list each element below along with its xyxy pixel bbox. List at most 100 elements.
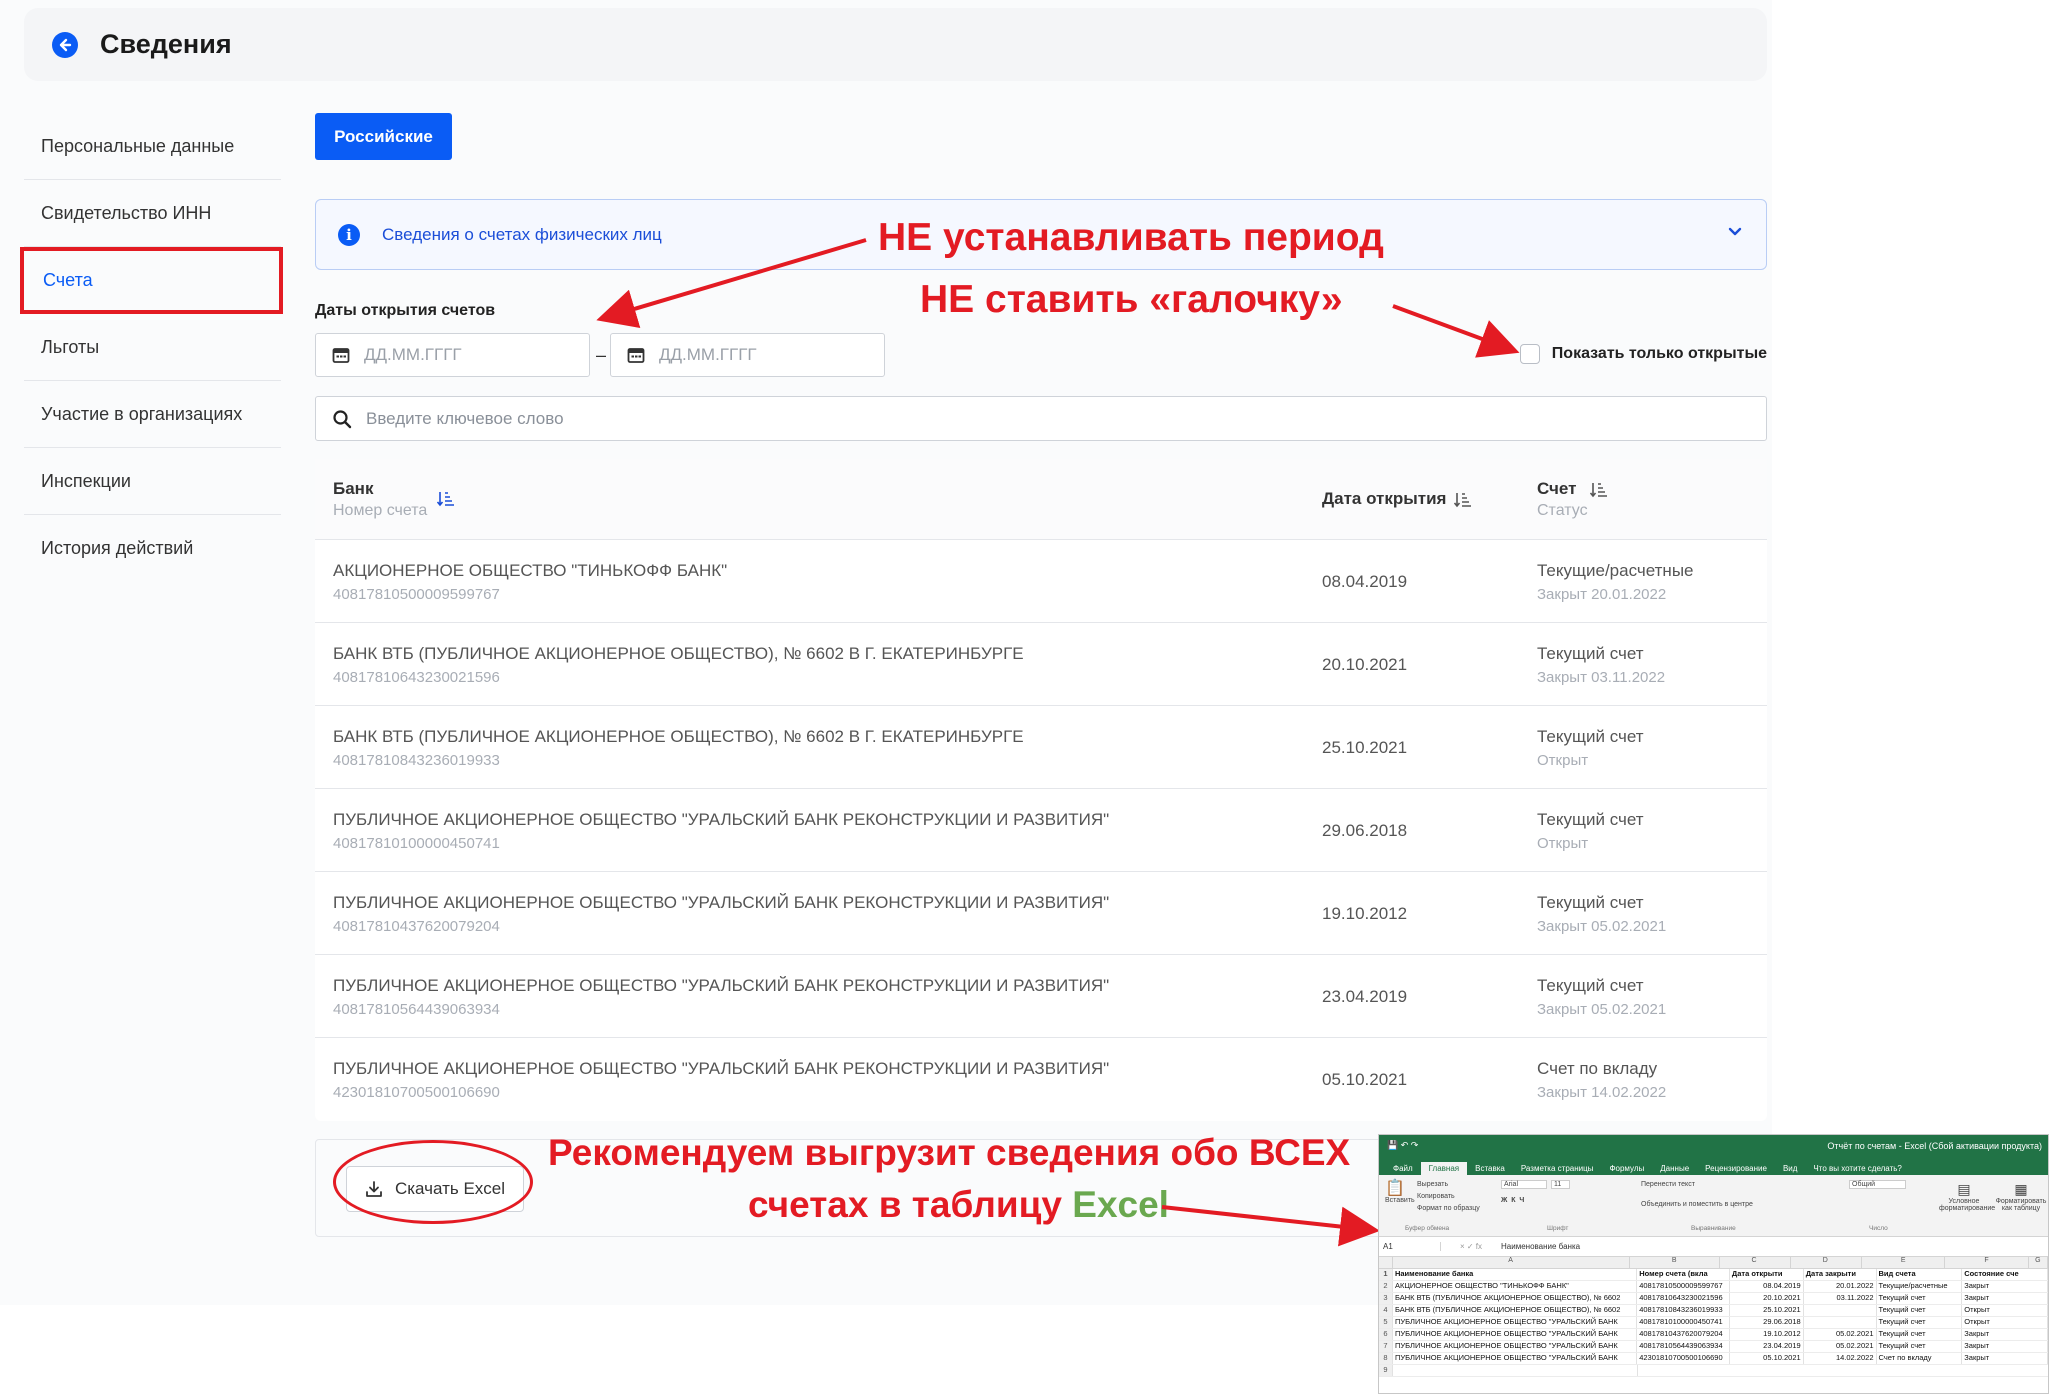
sidebar-item-history[interactable]: История действий (24, 515, 281, 582)
excel-formula-bar: A1 × ✓ fx Наименование банка (1379, 1237, 2048, 1257)
annotation-oval (333, 1140, 533, 1224)
excel-format-painter-label: Формат по образцу (1417, 1205, 1480, 1212)
only-open-checkbox[interactable] (1519, 344, 1540, 364)
header-account[interactable]: Счет Статус (1537, 479, 1608, 520)
excel-col-letter: F (1945, 1257, 2029, 1268)
excel-cell (1804, 1305, 1877, 1316)
header-date-label: Дата открытия (1322, 489, 1447, 508)
excel-cell: Текущий счет (1877, 1329, 1963, 1340)
format-table-icon: ▦ (2014, 1181, 2028, 1197)
header-date[interactable]: Дата открытия (1322, 489, 1472, 509)
excel-cell: 05.02.2021 (1804, 1341, 1877, 1352)
excel-cell: БАНК ВТБ (ПУБЛИЧНОЕ АКЦИОНЕРНОЕ ОБЩЕСТВО… (1393, 1293, 1638, 1304)
excel-name-box: A1 (1379, 1242, 1441, 1251)
account-number: 40817810500009599767 (333, 586, 500, 603)
excel-cell: БАНК ВТБ (ПУБЛИЧНОЕ АКЦИОНЕРНОЕ ОБЩЕСТВО… (1393, 1305, 1638, 1316)
account-type: Текущий счет (1537, 893, 1644, 912)
excel-cell: Счет по вкладу (1877, 1353, 1963, 1364)
table-row[interactable]: ПУБЛИЧНОЕ АКЦИОНЕРНОЕ ОБЩЕСТВО "УРАЛЬСКИ… (315, 1038, 1767, 1121)
page-header: Сведения (24, 8, 1767, 81)
excel-col-letter: C (1720, 1257, 1792, 1268)
account-type: Текущие/расчетные (1537, 561, 1694, 580)
save-icon: 💾 ↶ ↷ (1387, 1140, 1419, 1150)
sidebar-item-inspections[interactable]: Инспекции (24, 448, 281, 515)
excel-cell: 29.06.2018 (1730, 1317, 1804, 1328)
excel-merge-label: Объединить и поместить в центре (1641, 1201, 1753, 1208)
account-number: 40817810843236019933 (333, 752, 500, 769)
account-type: Счет по вкладу (1537, 1059, 1658, 1078)
paste-icon: 📋 (1385, 1180, 1405, 1197)
table-row[interactable]: БАНК ВТБ (ПУБЛИЧНОЕ АКЦИОНЕРНОЕ ОБЩЕСТВО… (315, 623, 1767, 706)
account-number: 40817810100000450741 (333, 835, 500, 852)
date-from-input[interactable]: ДД.ММ.ГГГГ (315, 333, 590, 377)
excel-cell: Текущий счет (1877, 1305, 1963, 1316)
search-placeholder: Введите ключевое слово (366, 408, 564, 428)
search-input[interactable]: Введите ключевое слово (315, 396, 1767, 441)
sidebar-item-inn[interactable]: Свидетельство ИНН (24, 180, 281, 247)
excel-titlebar: 💾 ↶ ↷ Отчёт по счетам - Excel (Сбой акти… (1379, 1135, 2048, 1157)
excel-cell: Текущие/расчетные (1877, 1281, 1963, 1292)
date-range-dash: – (596, 345, 607, 365)
table-row[interactable]: ПУБЛИЧНОЕ АКЦИОНЕРНОЕ ОБЩЕСТВО "УРАЛЬСКИ… (315, 789, 1767, 872)
excel-tab: Рецензирование (1705, 1164, 1767, 1173)
excel-row: 5 ПУБЛИЧНОЕ АКЦИОНЕРНОЕ ОБЩЕСТВО "УРАЛЬСК… (1379, 1317, 2048, 1329)
fx-icon: × ✓ fx (1459, 1242, 1483, 1251)
excel-cell: Закрыт (1962, 1329, 2048, 1340)
only-open-toggle[interactable]: Показать только открытые (1519, 344, 1767, 364)
excel-col-letter: G (2029, 1257, 2048, 1268)
excel-tab: Разметка страницы (1520, 1164, 1594, 1173)
table-row[interactable]: ПУБЛИЧНОЕ АКЦИОНЕРНОЕ ОБЩЕСТВО "УРАЛЬСКИ… (315, 872, 1767, 955)
tab-russian[interactable]: Российские (315, 113, 452, 160)
excel-col-letter: B (1630, 1257, 1720, 1268)
table-row[interactable]: БАНК ВТБ (ПУБЛИЧНОЕ АКЦИОНЕРНОЕ ОБЩЕСТВО… (315, 706, 1767, 789)
table-row[interactable]: АКЦИОНЕРНОЕ ОБЩЕСТВО "ТИНЬКОФФ БАНК" 4081… (315, 540, 1767, 623)
excel-col-letter: D (1791, 1257, 1863, 1268)
chevron-down-icon[interactable] (1726, 222, 1744, 240)
sort-icon[interactable] (437, 491, 455, 507)
excel-paste-label: Вставить (1385, 1197, 1415, 1204)
excel-tab: Данные (1660, 1164, 1690, 1173)
sidebar-item-accounts[interactable]: Счета (20, 247, 283, 314)
excel-header-row: 1 Наименование банка Номер счета (вкла Д… (1379, 1269, 2048, 1281)
sidebar-item-personal[interactable]: Персональные данные (24, 113, 281, 180)
sidebar: Персональные данные Свидетельство ИНН Сч… (20, 113, 283, 582)
excel-tab: Файл (1393, 1164, 1413, 1173)
open-date: 20.10.2021 (1322, 655, 1408, 674)
excel-cell: Закрыт (1962, 1293, 2048, 1304)
excel-cell: Дата закрыти (1804, 1269, 1877, 1280)
bank-name: ПУБЛИЧНОЕ АКЦИОНЕРНОЕ ОБЩЕСТВО "УРАЛЬСКИ… (333, 1059, 1110, 1078)
excel-clipboard-caption: Буфер обмена (1405, 1225, 1450, 1232)
excel-copy-label: Копировать (1417, 1193, 1455, 1200)
calendar-icon (627, 348, 645, 363)
excel-cell: 20.10.2021 (1730, 1293, 1804, 1304)
excel-cell: Закрыт (1962, 1353, 2048, 1364)
excel-cell: Наименование банка (1393, 1269, 1638, 1280)
sort-icon[interactable] (1590, 482, 1608, 498)
back-arrow-icon[interactable] (52, 31, 78, 58)
bank-name: ПУБЛИЧНОЕ АКЦИОНЕРНОЕ ОБЩЕСТВО "УРАЛЬСКИ… (333, 976, 1110, 995)
sort-icon[interactable] (1454, 492, 1472, 508)
excel-grid: A B C D E F G 1 Наименование банка Номер… (1379, 1257, 2048, 1377)
bank-name: БАНК ВТБ (ПУБЛИЧНОЕ АКЦИОНЕРНОЕ ОБЩЕСТВО… (333, 644, 1024, 663)
annotation-excel-line: счетах в таблицу Excel (748, 1184, 1169, 1226)
accounts-table: Банк Номер счета Дата открытия Счет Стат… (315, 459, 1767, 1121)
excel-ribbon: 📋 Вставить Вырезать Копировать Формат по… (1379, 1175, 2048, 1237)
account-status: Закрыт 05.02.2021 (1537, 1001, 1667, 1018)
table-row[interactable]: ПУБЛИЧНОЕ АКЦИОНЕРНОЕ ОБЩЕСТВО "УРАЛЬСКИ… (315, 955, 1767, 1038)
sidebar-item-benefits[interactable]: Льготы (24, 314, 281, 381)
excel-cell: 40817810843236019933 (1637, 1305, 1730, 1316)
sidebar-item-organizations[interactable]: Участие в организациях (24, 381, 281, 448)
excel-number-caption: Число (1869, 1225, 1888, 1232)
excel-cell: 40817810564439063934 (1637, 1341, 1730, 1352)
header-bank-label: Банк (333, 479, 374, 498)
account-status: Открыт (1537, 835, 1589, 852)
excel-cell: ПУБЛИЧНОЕ АКЦИОНЕРНОЕ ОБЩЕСТВО "УРАЛЬСКИ… (1393, 1317, 1638, 1328)
date-to-input[interactable]: ДД.ММ.ГГГГ (610, 333, 885, 377)
header-bank[interactable]: Банк Номер счета (333, 479, 427, 520)
header-account-label: Счет (1537, 479, 1577, 498)
account-number: 40817810437620079204 (333, 918, 500, 935)
excel-row: 7 ПУБЛИЧНОЕ АКЦИОНЕРНОЕ ОБЩЕСТВО "УРАЛЬСК… (1379, 1341, 2048, 1353)
excel-cell: 14.02.2022 (1804, 1353, 1877, 1364)
excel-tab-active: Главная (1420, 1162, 1468, 1175)
excel-cell: Открыт (1962, 1317, 2048, 1328)
